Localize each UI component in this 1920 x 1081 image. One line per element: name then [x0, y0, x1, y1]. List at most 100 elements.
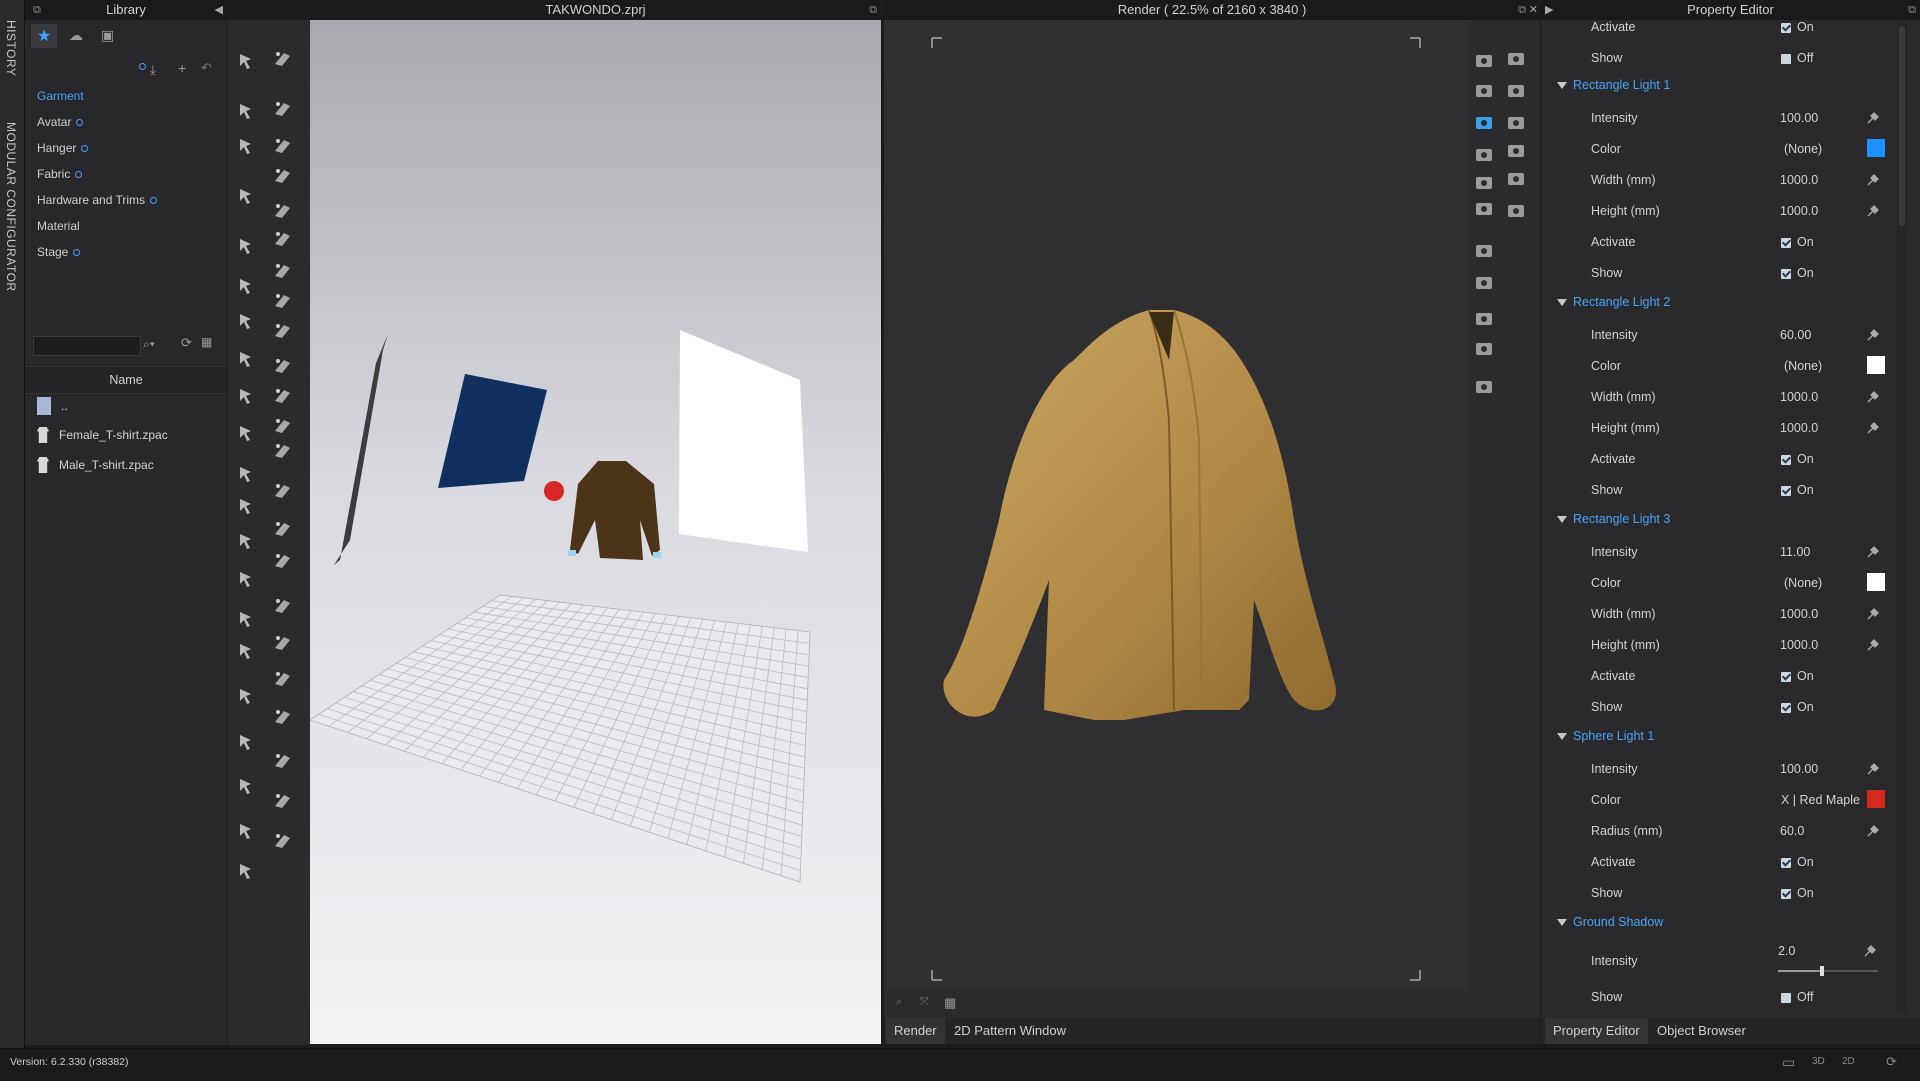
expand-triangle-icon[interactable]	[1557, 919, 1567, 927]
pin-icon[interactable]	[1866, 545, 1880, 559]
property-value-input[interactable]: 11.00	[1780, 545, 1810, 559]
grid-toggle-icon[interactable]: ▦	[944, 995, 956, 1011]
tool-zipper-icon[interactable]	[236, 568, 258, 590]
property-checkbox[interactable]: On	[1781, 20, 1814, 34]
property-value-input[interactable]: 60.0	[1780, 824, 1804, 838]
pin-icon[interactable]	[1866, 390, 1880, 404]
property-checkbox[interactable]: On	[1781, 886, 1814, 900]
layout-3d-icon[interactable]: 3D	[1812, 1056, 1825, 1067]
property-checkbox[interactable]: On	[1781, 483, 1814, 497]
checkbox-icon[interactable]	[1781, 992, 1791, 1003]
property-value-input[interactable]: 1000.0	[1780, 204, 1818, 218]
tool-sewing-icon[interactable]	[236, 100, 258, 122]
section-rectangle-light-3[interactable]: Rectangle Light 3	[1557, 512, 1670, 526]
checkbox-icon[interactable]	[1781, 454, 1791, 465]
checkbox-icon[interactable]	[1781, 22, 1791, 33]
pin-icon[interactable]	[1866, 607, 1880, 621]
light-tool-icon[interactable]	[1505, 112, 1527, 134]
property-scrollbar[interactable]	[1897, 22, 1907, 1012]
pin-icon[interactable]	[1866, 421, 1880, 435]
file-item[interactable]: Female_T-shirt.zpac	[37, 427, 168, 443]
pin-icon[interactable]	[1866, 111, 1880, 125]
tool-pin-icon[interactable]	[236, 422, 258, 444]
checkbox-icon[interactable]	[1781, 268, 1791, 279]
property-value-input[interactable]: 100.00	[1780, 111, 1818, 125]
file-item[interactable]: Male_T-shirt.zpac	[37, 457, 154, 473]
tool-tack-icon[interactable]	[272, 165, 294, 187]
tab-object-browser[interactable]: Object Browser	[1649, 1018, 1754, 1044]
checkbox-icon[interactable]	[1781, 888, 1791, 899]
download-icon[interactable]: ⤓	[150, 62, 156, 78]
tool-line-icon[interactable]	[236, 235, 258, 257]
viewport-3d[interactable]: TAKWONDO.zprj ⧉	[309, 0, 881, 1044]
tool-fabric-texture-icon[interactable]	[236, 860, 258, 882]
render-play-icon[interactable]	[1473, 80, 1495, 102]
checkbox-icon[interactable]	[1781, 857, 1791, 868]
tool-edit-pattern-icon[interactable]	[272, 750, 294, 772]
tool-button-icon[interactable]	[236, 495, 258, 517]
tool-rectangle-icon[interactable]	[236, 310, 258, 332]
scene-view[interactable]	[309, 20, 881, 1044]
category-avatar[interactable]: Avatar	[37, 115, 84, 129]
render-doc-icon[interactable]	[1473, 172, 1495, 194]
property-value-input[interactable]: 2.0	[1778, 944, 1795, 958]
section-ground-shadow[interactable]: Ground Shadow	[1557, 915, 1663, 929]
pin-icon[interactable]	[1866, 173, 1880, 187]
section-sphere-light-1[interactable]: Sphere Light 1	[1557, 729, 1654, 743]
color-swatch[interactable]	[1867, 356, 1885, 374]
property-value-input[interactable]: 1000.0	[1780, 390, 1818, 404]
pin-icon[interactable]	[1866, 328, 1880, 342]
slider-handle[interactable]	[1820, 966, 1824, 976]
property-value-input[interactable]: 1000.0	[1780, 173, 1818, 187]
category-stage[interactable]: Stage	[37, 245, 81, 259]
fit-icon[interactable]: ⤧	[920, 996, 929, 1009]
video-settings-icon[interactable]	[1473, 338, 1495, 360]
color-name[interactable]: (None)	[1784, 142, 1822, 156]
color-name[interactable]: (None)	[1784, 576, 1822, 590]
tool-tape-icon[interactable]	[236, 820, 258, 842]
gear-settings-icon[interactable]	[1473, 308, 1495, 330]
turntable-icon[interactable]	[1473, 376, 1495, 398]
cylinder-tool-icon[interactable]	[1505, 168, 1527, 190]
layout-single-icon[interactable]: ▭	[1782, 1054, 1795, 1071]
light-panel-blue[interactable]	[438, 374, 547, 488]
crop-corner-top-left[interactable]	[931, 37, 942, 48]
property-checkbox[interactable]: On	[1781, 855, 1814, 869]
crop-corner-bottom-left[interactable]	[931, 970, 942, 981]
tool-piping-icon[interactable]	[272, 290, 294, 312]
tool-fitting-icon[interactable]	[272, 632, 294, 654]
category-garment[interactable]: Garment	[37, 89, 84, 103]
tool-elastic-icon[interactable]	[236, 640, 258, 662]
pin-icon[interactable]	[1866, 824, 1880, 838]
search-icon[interactable]: ⌕▾	[143, 337, 155, 352]
dome-tool-icon[interactable]	[1505, 200, 1527, 222]
crop-corner-bottom-right[interactable]	[1410, 970, 1421, 981]
crop-corner-top-right[interactable]	[1410, 37, 1421, 48]
render-canvas[interactable]	[884, 20, 1540, 1010]
favorites-tab[interactable]: ★	[31, 24, 57, 48]
tool-brush-icon[interactable]	[272, 518, 294, 540]
bag-icon[interactable]: ▣	[101, 27, 114, 44]
checkbox-icon[interactable]	[1781, 671, 1791, 682]
tool-shirring-icon[interactable]	[236, 685, 258, 707]
expand-triangle-icon[interactable]	[1557, 299, 1567, 307]
property-value-input[interactable]: 60.00	[1780, 328, 1811, 342]
category-material[interactable]: Material	[37, 219, 80, 233]
property-value-input[interactable]: 1000.0	[1780, 638, 1818, 652]
property-value-input[interactable]: 1000.0	[1780, 607, 1818, 621]
tool-shirring-icon[interactable]	[272, 355, 294, 377]
render-video-icon[interactable]	[1473, 144, 1495, 166]
image-settings-icon[interactable]	[1473, 240, 1495, 262]
property-checkbox[interactable]: Off	[1781, 990, 1813, 1004]
section-rectangle-light-1[interactable]: Rectangle Light 1	[1557, 78, 1670, 92]
tab-2d-pattern-window[interactable]: 2D Pattern Window	[946, 1018, 1074, 1044]
render-start-icon[interactable]	[1473, 50, 1495, 72]
tool-buttonhole-icon[interactable]	[272, 228, 294, 250]
tool-line-icon[interactable]	[272, 830, 294, 852]
tool-select-move-icon[interactable]	[236, 50, 258, 72]
tab-render[interactable]: Render	[886, 1018, 945, 1044]
property-checkbox[interactable]: Off	[1781, 51, 1813, 65]
expand-triangle-icon[interactable]	[1557, 516, 1567, 524]
color-swatch[interactable]	[1867, 573, 1885, 591]
tool-piping-icon[interactable]	[236, 608, 258, 630]
